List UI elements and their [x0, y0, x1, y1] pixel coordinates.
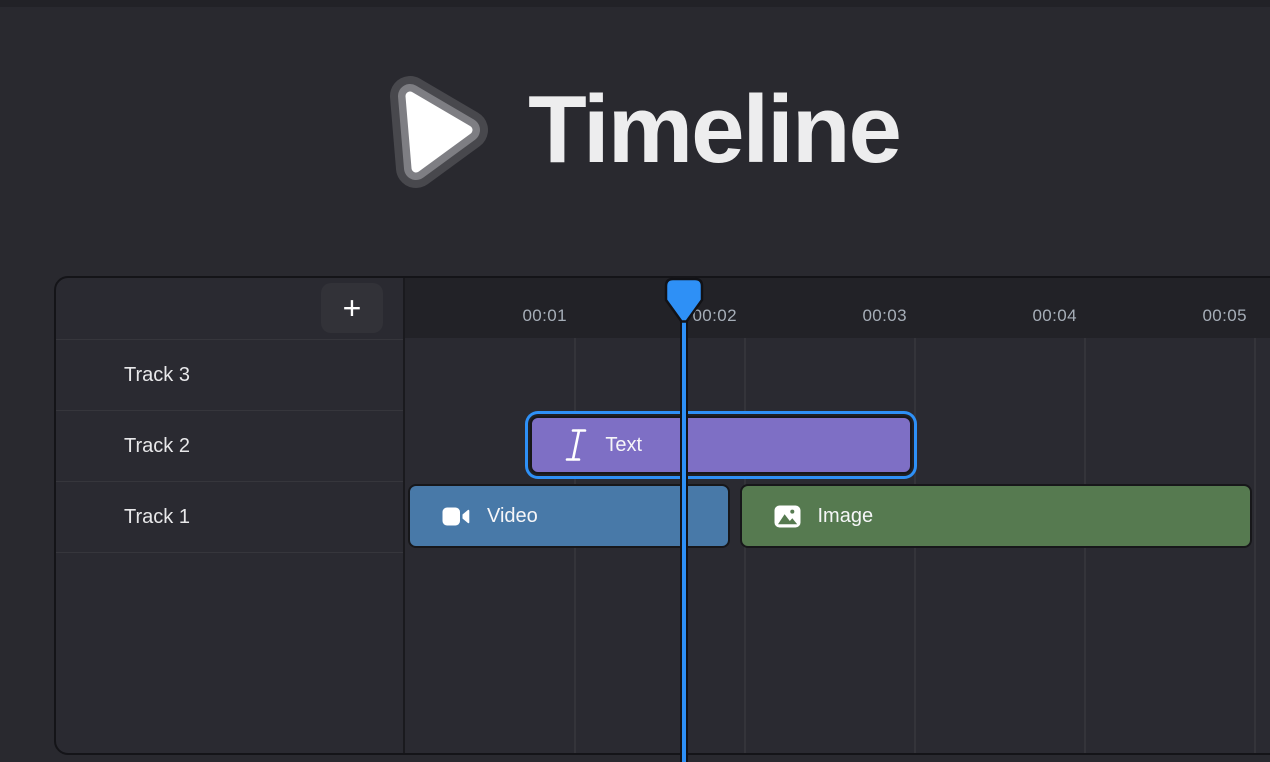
playhead-line	[680, 278, 688, 762]
clip-text[interactable]: Text	[530, 416, 912, 474]
track-label: Track 2	[124, 435, 190, 458]
track-row-track-1: Track 1	[56, 482, 403, 553]
app-title: Timeline	[528, 75, 900, 185]
image-icon	[774, 505, 801, 528]
clip-image[interactable]: Image	[740, 484, 1253, 548]
app-header: Timeline	[0, 64, 1270, 196]
track-row-track-3: Track 3	[56, 340, 403, 411]
clip-label: Text	[605, 434, 642, 457]
ruler-tick-label: 00:05	[1085, 278, 1255, 338]
track-label: Track 1	[124, 506, 190, 529]
grid-line	[1254, 278, 1256, 753]
time-ruler[interactable]: 00:0100:0200:0300:0400:05	[405, 278, 1270, 338]
video-camera-icon	[442, 506, 470, 527]
track-label: Track 3	[124, 364, 190, 387]
track-list: Track 3 Track 2 Track 1	[56, 340, 403, 553]
window-top-edge	[0, 0, 1270, 7]
track-row-track-2: Track 2	[56, 411, 403, 482]
clip-label: Video	[487, 505, 538, 528]
timeline-panel: + Track 3Track 2Track 1 00:0100:0200:030…	[54, 276, 1270, 755]
sidebar-header: +	[56, 278, 403, 340]
playhead-handle[interactable]	[664, 277, 704, 330]
text-italic-icon	[564, 427, 588, 463]
ruler-tick-label: 00:02	[575, 278, 745, 338]
play-logo-icon	[370, 64, 498, 196]
timeline-area[interactable]: 00:0100:0200:0300:0400:05 Text Video Ima…	[405, 278, 1270, 753]
clip-label: Image	[818, 505, 874, 528]
ruler-tick-label: 00:03	[745, 278, 915, 338]
ruler-tick-label: 00:01	[405, 278, 575, 338]
ruler-tick-label: 00:04	[915, 278, 1085, 338]
track-sidebar: + Track 3 Track 2 Track 1	[56, 278, 405, 753]
add-track-button[interactable]: +	[321, 283, 383, 333]
